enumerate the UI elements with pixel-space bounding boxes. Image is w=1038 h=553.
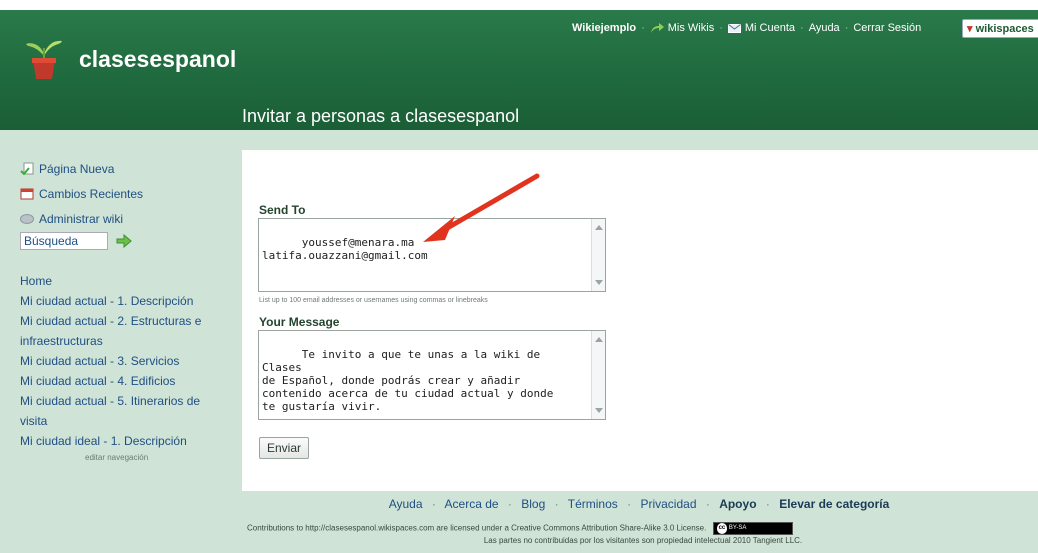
send-to-label: Send To: [259, 203, 306, 217]
cc-license-badge[interactable]: cc BY-SA: [712, 522, 793, 535]
separator: ·: [431, 497, 436, 511]
nav-link-ciudad-actual-3[interactable]: Mi ciudad actual - 3. Servicios: [20, 351, 230, 371]
scroll-down-icon[interactable]: [595, 280, 603, 285]
rights-notice: Las partes no contribuidas por los visit…: [483, 536, 803, 545]
arrow-icon: [650, 22, 664, 33]
site-name[interactable]: clasesespanol: [79, 46, 236, 73]
manage-wiki-label: Administrar wiki: [39, 211, 124, 226]
calendar-icon: [20, 188, 34, 200]
send-button[interactable]: Enviar: [259, 437, 309, 459]
license-notice: Contributions to http://clasesespanol.wi…: [247, 522, 793, 535]
separator: ·: [641, 22, 645, 34]
nav-link-home[interactable]: Home: [20, 271, 230, 291]
wikispaces-badge-icon: ▾: [967, 23, 973, 35]
browser-viewport: clasesespanol Wikiejemplo · Mis Wikis · …: [0, 10, 1038, 553]
manage-wiki-link[interactable]: Administrar wiki: [20, 206, 230, 231]
nav-link-ciudad-actual-2-cont[interactable]: infraestructuras: [20, 331, 230, 351]
separator: ·: [800, 22, 804, 34]
recent-changes-link[interactable]: Cambios Recientes: [20, 181, 230, 206]
new-page-icon: [20, 162, 34, 175]
wikispaces-badge[interactable]: ▾ wikispaces: [962, 19, 1038, 38]
new-page-label: Página Nueva: [39, 161, 115, 176]
separator: ·: [507, 497, 512, 511]
recent-changes-label: Cambios Recientes: [39, 186, 144, 201]
cerrar-sesion-link[interactable]: Cerrar Sesión: [853, 22, 921, 34]
send-to-scrollbar[interactable]: [591, 219, 605, 291]
footer-link-terminos[interactable]: Términos: [568, 497, 618, 511]
message-value: Te invito a que te unas a la wiki de Cla…: [262, 348, 554, 413]
mail-icon: [727, 23, 741, 33]
license-text: Contributions to http://clasesespanol.wi…: [247, 523, 707, 533]
site-header: clasesespanol Wikiejemplo · Mis Wikis · …: [0, 10, 1038, 130]
separator: ·: [844, 22, 849, 34]
new-page-link[interactable]: Página Nueva: [20, 156, 230, 181]
mi-cuenta-link[interactable]: Mi Cuenta: [745, 22, 795, 34]
ayuda-link[interactable]: Ayuda: [809, 22, 840, 34]
footer-link-apoyo[interactable]: Apoyo: [719, 497, 756, 511]
scroll-up-icon[interactable]: [595, 225, 603, 230]
nav-link-ciudad-ideal-1[interactable]: Mi ciudad ideal - 1. Descripción: [20, 431, 230, 451]
edit-navigation-link[interactable]: editar navegación: [85, 453, 230, 462]
search-input[interactable]: [20, 232, 108, 250]
sidebar: Página Nueva Cambios Recientes Administr…: [20, 156, 230, 462]
separator: ·: [705, 497, 710, 511]
footer-link-ayuda[interactable]: Ayuda: [389, 497, 423, 511]
separator: ·: [554, 497, 559, 511]
wiki-logo-icon: [26, 40, 62, 79]
footer-links: Ayuda · Acerca de · Blog · Términos · Pr…: [0, 497, 1038, 511]
search-go-arrow-icon[interactable]: [116, 234, 132, 248]
search-row: [20, 232, 230, 250]
separator: ·: [719, 22, 723, 34]
message-textarea[interactable]: Te invito a que te unas a la wiki de Cla…: [258, 330, 606, 420]
message-scrollbar[interactable]: [591, 331, 605, 419]
wiki-navigation: Home Mi ciudad actual - 1. Descripción M…: [20, 271, 230, 462]
invite-form-panel: Send To youssef@menara.ma latifa.ouazzan…: [242, 150, 1038, 491]
nav-link-ciudad-actual-5-cont[interactable]: visita: [20, 411, 230, 431]
send-to-value: youssef@menara.ma latifa.ouazzani@gmail.…: [262, 236, 428, 262]
separator: ·: [765, 497, 770, 511]
nav-link-ciudad-actual-1[interactable]: Mi ciudad actual - 1. Descripción: [20, 291, 230, 311]
top-navigation: Wikiejemplo · Mis Wikis · Mi Cuenta · Ay…: [572, 22, 921, 34]
nav-link-ciudad-actual-4[interactable]: Mi ciudad actual - 4. Edificios: [20, 371, 230, 391]
red-arrow-annotation: [423, 173, 540, 242]
scroll-up-icon[interactable]: [595, 337, 603, 342]
send-to-hint: List up to 100 email addresses or userna…: [259, 297, 488, 304]
nav-link-ciudad-actual-5[interactable]: Mi ciudad actual - 5. Itinerarios de: [20, 391, 230, 411]
page-title: Invitar a personas a clasesespanol: [242, 106, 520, 126]
footer-link-acerca[interactable]: Acerca de: [445, 497, 499, 511]
footer-link-blog[interactable]: Blog: [521, 497, 545, 511]
nav-link-ciudad-actual-2[interactable]: Mi ciudad actual - 2. Estructuras e: [20, 311, 230, 331]
scroll-down-icon[interactable]: [595, 408, 603, 413]
wikiejemplo-link[interactable]: Wikiejemplo: [572, 22, 636, 34]
footer-link-elevar[interactable]: Elevar de categoría: [779, 497, 889, 511]
separator: ·: [627, 497, 632, 511]
mis-wikis-link[interactable]: Mis Wikis: [668, 22, 714, 34]
manage-wiki-icon: [20, 214, 34, 224]
wikispaces-badge-label: wikispaces: [975, 23, 1034, 35]
footer-link-privacidad[interactable]: Privacidad: [640, 497, 696, 511]
message-label: Your Message: [259, 315, 340, 329]
